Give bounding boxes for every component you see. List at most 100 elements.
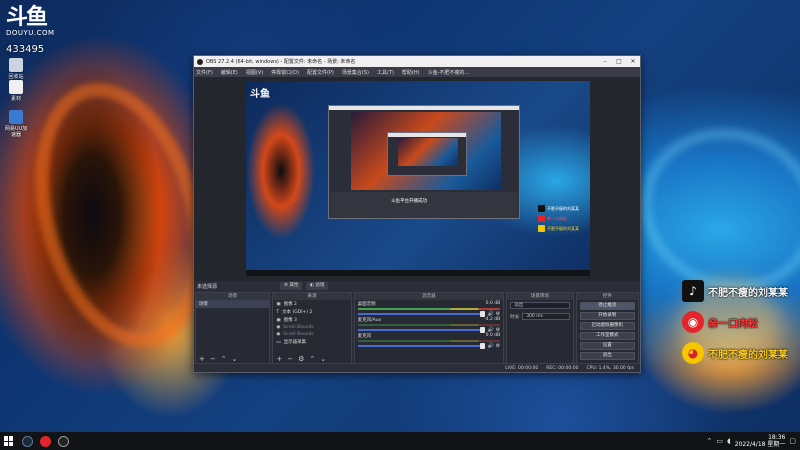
windows-icon: [4, 436, 14, 446]
speaker-icon[interactable]: 🔊: [487, 343, 493, 349]
eye-icon: ◉: [276, 325, 281, 330]
taskbar: ⌃ ▭ ◖ 18:36 2022/4/18 星期一 ▢: [0, 432, 800, 450]
obs-window-title: OBS 27.2.4 (64-bit, windows) - 配置文件: 未命名…: [206, 59, 356, 65]
duration-label: 时长: [510, 314, 520, 320]
preview-area: 斗鱼 斗鱼平台开播成功 不肥不瘦的刘某某 亲一口肉松 不肥不瘦的刘某某: [194, 77, 640, 281]
menu-scene-collection[interactable]: 场景集合(S): [342, 69, 369, 76]
menu-profile[interactable]: 配置文件(P): [307, 69, 334, 76]
studio-mode-button[interactable]: 工作室模式: [579, 332, 636, 340]
clock[interactable]: 18:36 2022/4/18 星期一: [735, 434, 786, 448]
settings-button[interactable]: 设置: [579, 342, 636, 350]
no-source-label: 未选择源: [197, 283, 218, 290]
start-recording-button[interactable]: 开始录制: [579, 312, 636, 320]
source-item[interactable]: ▣ 图像 2: [273, 300, 350, 308]
rec-status: REC: 00:00:00: [546, 365, 579, 371]
system-tray: ⌃ ▭ ◖ 18:36 2022/4/18 星期一 ▢: [706, 432, 796, 450]
move-down-icon[interactable]: ⌄: [232, 355, 238, 363]
taskbar-app-douyu[interactable]: [36, 432, 54, 450]
speaker-icon[interactable]: 🔊: [487, 327, 493, 333]
move-down-icon[interactable]: ⌄: [320, 355, 326, 363]
properties-button[interactable]: ⚙ 属性: [280, 282, 303, 290]
cpu-status: CPU: 1.4%, 30.00 fps: [586, 365, 635, 371]
scenes-dock: 场景 场景 + − ⌃ ⌄: [195, 292, 271, 364]
steam-icon: [21, 435, 33, 447]
gear-icon[interactable]: ⚙: [496, 343, 500, 349]
obs-title-bar[interactable]: OBS 27.2.4 (64-bit, windows) - 配置文件: 未命名…: [194, 56, 640, 67]
source-item[interactable]: ◉ Scroll Bounds: [273, 331, 350, 338]
move-up-icon[interactable]: ⌃: [221, 355, 227, 363]
preview-douyu-logo: 斗鱼: [250, 89, 270, 100]
controls-dock: 控件 停止推流 开始录制 启动虚拟摄像机 工作室模式 设置 退出: [575, 292, 640, 364]
close-icon[interactable]: ✕: [626, 56, 640, 67]
source-item[interactable]: ▭ 显示器采集: [273, 338, 350, 346]
chevron-up-icon[interactable]: ⌃: [706, 437, 712, 445]
virtual-camera-button[interactable]: 启动虚拟摄像机: [579, 322, 636, 330]
speaker-icon[interactable]: 🔊: [487, 311, 493, 317]
maximize-icon[interactable]: □: [612, 56, 626, 67]
social-row-tiktok: ♪ 不肥不瘦的刘某某: [682, 280, 788, 302]
mixer-title: 混音器: [354, 293, 504, 300]
live-status: LIVE: 00:00:00: [505, 365, 539, 371]
social-text: 亲一口肉松: [708, 318, 758, 330]
sources-dock: 来源 ▣ 图像 2 T 文本 (GDI+) 2 ▣ 图像 3 ◉ Scroll Boun…: [272, 292, 352, 364]
notification-icon[interactable]: ▢: [789, 437, 796, 445]
menu-tools[interactable]: 工具(T): [377, 69, 394, 76]
gear-icon[interactable]: ⚙: [496, 311, 500, 317]
network-icon[interactable]: ▭: [716, 437, 723, 445]
desktop-icon-uu[interactable]: 网易UU加速器: [3, 110, 29, 138]
remove-icon[interactable]: −: [287, 355, 293, 363]
source-type-icon: ▣: [276, 317, 281, 323]
scene-item[interactable]: 场景: [196, 300, 270, 308]
clock-date: 2022/4/18 星期一: [734, 441, 786, 448]
volume-slider[interactable]: [357, 342, 486, 349]
add-icon[interactable]: +: [276, 355, 282, 363]
menu-file[interactable]: 文件(F): [196, 69, 213, 76]
menu-docks[interactable]: 停靠窗口(D): [271, 69, 299, 76]
obs-window[interactable]: OBS 27.2.4 (64-bit, windows) - 配置文件: 未命名…: [193, 55, 641, 373]
exit-button[interactable]: 退出: [579, 352, 636, 360]
source-item[interactable]: ◉ Scroll Bounds: [273, 324, 350, 331]
preview-canvas[interactable]: 斗鱼 斗鱼平台开播成功 不肥不瘦的刘某某 亲一口肉松 不肥不瘦的刘某某: [246, 81, 590, 276]
douyu-logo: 斗鱼 DOUYU.COM: [6, 6, 54, 38]
obs-docks: 场景 场景 + − ⌃ ⌄ 来源 ▣ 图像 2 T 文本 (GDI+) 2 ▣ 图像 …: [194, 292, 640, 364]
obs-status-bar: LIVE: 00:00:00 REC: 00:00:00 CPU: 1.4%, …: [194, 363, 640, 372]
desktop-icon-folder[interactable]: 素材: [3, 80, 29, 102]
add-icon[interactable]: +: [199, 355, 205, 363]
text-icon: T: [276, 309, 280, 315]
source-item[interactable]: ▣ 图像 3: [273, 316, 350, 324]
menu-view[interactable]: 视图(V): [246, 69, 263, 76]
mixer-channel: 麦克风 0.0 dB 🔊 ⚙: [357, 333, 501, 349]
start-button[interactable]: [0, 432, 18, 450]
sources-footer: + − ⚙ ⌃ ⌄: [273, 354, 350, 363]
taskbar-app-obs[interactable]: [54, 432, 72, 450]
desktop-icon-recycle-bin[interactable]: 回收站: [3, 58, 29, 80]
menu-edit[interactable]: 编辑(E): [221, 69, 238, 76]
menu-douyu[interactable]: 斗鱼-不肥不瘦的...: [428, 69, 470, 76]
source-item[interactable]: T 文本 (GDI+) 2: [273, 308, 350, 316]
sources-title: 来源: [273, 293, 351, 300]
transitions-title: 场景转场: [507, 293, 573, 300]
menu-help[interactable]: 帮助(H): [402, 69, 420, 76]
nested-docks: 斗鱼平台开播成功: [329, 192, 519, 218]
move-up-icon[interactable]: ⌃: [309, 355, 315, 363]
room-id: 433495: [6, 44, 45, 55]
stop-streaming-button[interactable]: 停止推流: [579, 302, 636, 310]
remove-icon[interactable]: −: [210, 355, 216, 363]
taskbar-app-steam[interactable]: [18, 432, 36, 450]
gear-icon[interactable]: ⚙: [496, 327, 500, 333]
mixer-channel: 桌面音频 0.0 dB 🔊 ⚙: [357, 301, 501, 317]
minimize-icon[interactable]: –: [598, 56, 612, 67]
duration-input[interactable]: 300 ms: [522, 313, 570, 320]
volume-slider[interactable]: [357, 310, 486, 317]
filters-button[interactable]: ◐ 滤镜: [306, 282, 329, 290]
source-type-icon: ▣: [276, 301, 281, 307]
volume-slider[interactable]: [357, 326, 486, 333]
gear-icon[interactable]: ⚙: [298, 355, 304, 363]
controls-title: 控件: [576, 293, 639, 300]
speaker-icon[interactable]: ◖: [727, 437, 731, 445]
transitions-dock: 场景转场 淡出 时长 300 ms: [506, 292, 574, 364]
tiktok-icon: ♪: [682, 280, 704, 302]
transition-select[interactable]: 淡出: [510, 302, 570, 309]
obs-menu-bar: 文件(F) 编辑(E) 视图(V) 停靠窗口(D) 配置文件(P) 场景集合(S…: [194, 67, 640, 77]
weibo-icon: ◕: [682, 342, 704, 364]
